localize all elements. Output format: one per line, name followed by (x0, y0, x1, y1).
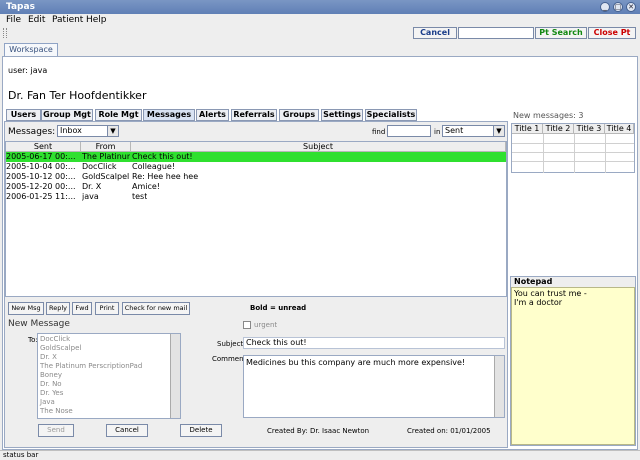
table-row[interactable]: 2005-12-20 00:... Dr. X Amice! (6, 182, 506, 192)
recipients-scrollbar[interactable] (170, 334, 180, 418)
bold-unread-note: Bold = unread (250, 304, 307, 312)
tab-group-mgt[interactable]: Group Mgt (41, 109, 93, 121)
delete-button[interactable]: Delete (180, 424, 222, 437)
messages-label: Messages: (8, 127, 56, 137)
toolbar: Cancel Pt Search Close Pt (0, 26, 640, 40)
tab-workspace[interactable]: Workspace (4, 43, 58, 56)
urgent-checkbox[interactable] (243, 321, 251, 329)
window-title: Tapas (6, 2, 35, 12)
list-item[interactable]: Boney (40, 371, 62, 379)
comment-textarea[interactable]: Medicines bu this company are much more … (243, 355, 505, 418)
find-label: find (372, 128, 386, 136)
doctor-name: Dr. Fan Ter Hoofdentikker (8, 89, 147, 102)
notepad-textarea[interactable]: You can trust me - I'm a doctor (511, 287, 635, 445)
created-by: Created By: Dr. Isaac Newton (267, 427, 370, 435)
notepad-title: Notepad (514, 277, 553, 286)
comment-label: Comment (212, 355, 247, 363)
patient-search-input[interactable] (458, 27, 534, 39)
urgent-label: urgent (254, 321, 278, 329)
pt-search-button[interactable]: Pt Search (535, 27, 587, 39)
check-mail-button[interactable]: Check for new mail (122, 302, 190, 315)
column-subject[interactable]: Subject (131, 142, 506, 152)
grid-title-4[interactable]: Title 4 (605, 124, 634, 134)
print-button[interactable]: Print (95, 302, 119, 315)
close-icon[interactable]: ✕ (626, 2, 636, 12)
search-folder-select[interactable]: Sent ▼ (442, 125, 505, 137)
subject-input[interactable]: Check this out! (243, 337, 505, 349)
toolbar-grip-icon (3, 28, 7, 38)
table-row[interactable]: 2006-01-25 11:... java test (6, 192, 506, 202)
menu-patient[interactable]: Patient (52, 15, 83, 25)
table-row[interactable]: 2005-10-04 00:... DocClick Colleague! (6, 162, 506, 172)
list-item[interactable]: GoldScalpel (40, 344, 81, 352)
menu-edit[interactable]: Edit (28, 15, 45, 25)
grid-title-2[interactable]: Title 2 (543, 124, 574, 134)
grid-title-1[interactable]: Title 1 (512, 124, 543, 134)
new-messages-count: New messages: 3 (513, 111, 584, 120)
table-row[interactable]: 2005-10-12 00:... GoldScalpel Re: Hee he… (6, 172, 506, 182)
find-input[interactable] (387, 125, 431, 137)
tab-users[interactable]: Users (6, 109, 41, 121)
status-bar: status bar (0, 450, 640, 460)
menu-file[interactable]: File (6, 15, 21, 25)
tab-role-mgt[interactable]: Role Mgt (95, 109, 142, 121)
tab-specialists[interactable]: Specialists (365, 109, 417, 121)
column-from[interactable]: From (81, 142, 131, 152)
tab-groups[interactable]: Groups (279, 109, 319, 121)
new-message-title: New Message (8, 319, 70, 329)
list-item[interactable]: Java (40, 398, 55, 406)
tab-messages[interactable]: Messages (143, 109, 195, 121)
grid-title-3[interactable]: Title 3 (574, 124, 605, 134)
fwd-button[interactable]: Fwd (72, 302, 92, 315)
list-item[interactable]: The Platinum PerscriptionPad (40, 362, 142, 370)
tab-settings[interactable]: Settings (321, 109, 363, 121)
folder-select[interactable]: Inbox ▼ (57, 125, 119, 137)
list-item[interactable]: Dr. No (40, 380, 62, 388)
minimize-icon[interactable]: _ (600, 2, 610, 12)
menu-help[interactable]: Help (86, 15, 107, 25)
user-line: user: java (8, 66, 48, 75)
new-msg-button[interactable]: New Msg (8, 302, 44, 315)
search-folder-value: Sent (445, 126, 464, 135)
table-row[interactable]: 2005-06-17 00:... The Platinum ... Check… (6, 152, 506, 162)
list-item[interactable]: The Nose (40, 407, 73, 415)
maximize-icon[interactable]: □ (613, 2, 623, 12)
created-on: Created on: 01/01/2005 (407, 427, 491, 435)
subject-label: Subject (217, 340, 244, 348)
close-pt-button[interactable]: Close Pt (588, 27, 636, 39)
tab-alerts[interactable]: Alerts (196, 109, 229, 121)
column-sent[interactable]: Sent (6, 142, 81, 152)
cancel-message-button[interactable]: Cancel (106, 424, 148, 437)
title-bar: Tapas _ □ ✕ (0, 0, 640, 14)
menu-bar: File Edit Patient Help (0, 14, 640, 26)
send-button[interactable]: Send (38, 424, 74, 437)
reply-button[interactable]: Reply (46, 302, 70, 315)
chevron-down-icon: ▼ (493, 126, 504, 136)
list-item[interactable]: Dr. Yes (40, 389, 63, 397)
notepad-line: You can trust me - (514, 289, 587, 298)
in-label: in (434, 128, 441, 136)
cancel-button[interactable]: Cancel (413, 27, 457, 39)
folder-select-value: Inbox (60, 126, 82, 135)
chevron-down-icon: ▼ (107, 126, 118, 136)
comment-scrollbar[interactable] (494, 356, 504, 417)
tab-referrals[interactable]: Referrals (231, 109, 277, 121)
list-item[interactable]: Dr. X (40, 353, 57, 361)
notepad-line: I'm a doctor (514, 298, 563, 307)
list-item[interactable]: DocClick (40, 335, 70, 343)
